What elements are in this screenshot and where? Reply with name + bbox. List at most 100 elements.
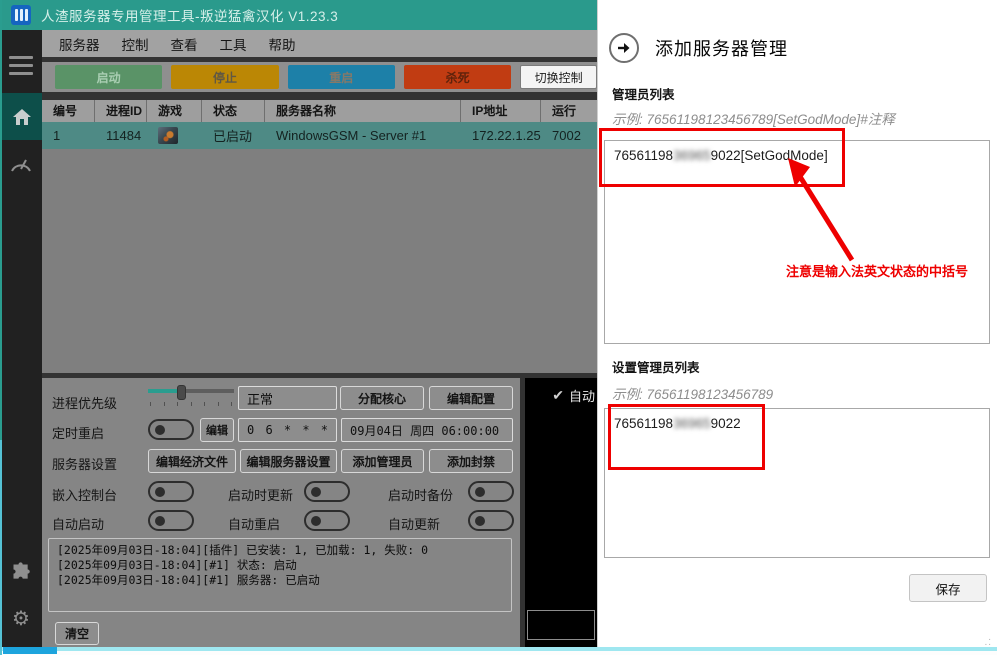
add-ban-button[interactable]: 添加封禁 [429,449,513,473]
edit-config-button[interactable]: 编辑配置 [429,386,513,410]
assign-cores-button[interactable]: 分配核心 [340,386,424,410]
auto-restart-toggle[interactable] [304,510,350,531]
toggle-console-button[interactable]: 切换控制 [520,65,597,89]
admin-list-label: 管理员列表 [612,84,675,103]
server-control-panel: 进程优先级 正常 分配核心 编辑配置 定时重启 编辑 0 6 * * * 09月… [42,378,520,648]
gear-icon: ⚙ [12,606,30,631]
embed-console-label: 嵌入控制台 [52,485,117,504]
puzzle-icon [11,562,31,582]
admin-list-textarea[interactable]: 76561198369659022[SetGodMode] [604,140,990,344]
window-border-left [0,0,2,440]
auto-start-label: 自动启动 [52,514,104,533]
scum-game-icon [158,127,178,144]
autoscroll-checkbox[interactable]: ✔ 自动 [552,386,595,405]
add-admin-button[interactable]: 添加管理员 [341,449,424,473]
menu-help[interactable]: 帮助 [258,34,307,54]
edit-schedule-button[interactable]: 编辑 [200,418,234,442]
stop-button[interactable]: 停止 [171,65,278,89]
slider-thumb[interactable] [177,385,186,400]
gauge-icon [10,155,32,173]
table-empty-area [42,149,597,373]
admin-value-prefix: 76561198 [614,148,673,163]
edit-server-settings-button[interactable]: 编辑服务器设置 [240,449,337,473]
next-restart-field[interactable]: 09月04日 周四 06:00:00 [341,418,513,442]
cron-field[interactable]: 0 6 * * * [238,418,337,442]
autoscroll-label: 自动 [569,386,595,405]
server-toolbar: 启动 停止 重启 杀死 切换控制 [42,62,597,92]
sidebar-item-settings[interactable]: ⚙ [0,596,42,640]
schedule-label: 定时重启 [52,423,104,442]
sidebar-item-monitor[interactable] [0,142,42,186]
window-title: 人渣服务器专用管理工具-叛逆猛禽汉化 V1.23.3 [41,5,338,25]
backup-on-start-label: 启动时备份 [388,485,453,504]
window-border-left-lower [0,440,2,655]
cell-ip: 172.22.1.25 [461,128,541,143]
start-button[interactable]: 启动 [55,65,162,89]
log-line: [2025年09月03日-18:04][插件] 已安装: 1, 已加载: 1, … [57,543,503,558]
priority-slider[interactable] [148,385,234,405]
admin-value-redacted: 36965 [673,148,711,163]
game-console: ✔ 自动 [525,378,597,648]
backup-on-start-toggle[interactable] [468,481,514,502]
annotation-note: 注意是输入法英文状态的中括号 [786,261,968,280]
collapse-drawer-button[interactable] [609,33,639,63]
clear-log-button[interactable]: 清空 [55,622,99,645]
sidebar-item-home[interactable] [0,93,42,140]
update-on-start-toggle[interactable] [304,481,350,502]
priority-label: 进程优先级 [52,393,117,412]
event-log: [2025年09月03日-18:04][插件] 已安装: 1, 已加载: 1, … [48,538,512,612]
server-settings-label: 服务器设置 [52,454,117,473]
menu-view[interactable]: 查看 [160,34,209,54]
home-icon [12,108,32,126]
menu-bar: 服务器 控制 查看 工具 帮助 [42,30,597,57]
col-server-name[interactable]: 服务器名称 [265,100,461,122]
menu-server[interactable]: 服务器 [48,34,111,54]
set-admin-value-redacted: 36965 [673,416,711,431]
menu-tools[interactable]: 工具 [209,34,258,54]
col-runtime[interactable]: 运行 [541,100,597,122]
col-status[interactable]: 状态 [202,100,265,122]
col-game[interactable]: 游戏 [147,100,202,122]
edit-economy-button[interactable]: 编辑经济文件 [148,449,236,473]
schedule-toggle[interactable] [148,419,194,440]
log-line: [2025年09月03日-18:04][#1] 状态: 启动 [57,558,503,573]
col-no[interactable]: 编号 [42,100,95,122]
admin-list-example: 示例: 76561198123456789[SetGodMode]#注释 [612,108,895,128]
sidebar: ⚙ [0,30,42,648]
save-button[interactable]: 保存 [909,574,987,602]
auto-update-label: 自动更新 [388,514,440,533]
sidebar-item-plugins[interactable] [0,552,42,592]
app-logo-icon [11,5,31,25]
cell-port: 7002 [541,128,597,143]
auto-restart-label: 自动重启 [228,514,280,533]
table-row-server-1[interactable]: 1 11484 已启动 WindowsGSM - Server #1 172.2… [42,122,597,149]
cell-server-name: WindowsGSM - Server #1 [265,128,461,143]
admin-value-suffix: 9022[SetGodMode] [711,148,828,163]
checkmark-icon: ✔ [552,387,564,404]
console-input[interactable] [527,610,595,640]
menu-control[interactable]: 控制 [111,34,160,54]
set-admin-list-example: 示例: 76561198123456789 [612,383,773,403]
set-admin-value-prefix: 76561198 [614,416,673,431]
log-line: [2025年09月03日-18:04][#1] 服务器: 已启动 [57,573,503,588]
drawer-title: 添加服务器管理 [655,35,788,61]
auto-start-toggle[interactable] [148,510,194,531]
priority-value-field[interactable]: 正常 [238,386,337,410]
hamburger-menu-icon[interactable] [0,45,42,85]
arrow-right-icon [616,40,632,56]
restart-button[interactable]: 重启 [288,65,395,89]
set-admin-list-textarea[interactable]: 76561198369659022 [604,408,990,558]
embed-console-toggle[interactable] [148,481,194,502]
window-border-bottom [0,647,997,655]
col-ip[interactable]: IP地址 [461,100,541,122]
update-on-start-label: 启动时更新 [228,485,293,504]
app-window: 人渣服务器专用管理工具-叛逆猛禽汉化 V1.23.3 ⚙ 服务器 控制 查看 [0,0,997,655]
server-table-header: 编号 进程ID 游戏 状态 服务器名称 IP地址 运行 [42,100,597,122]
set-admin-list-label: 设置管理员列表 [612,357,700,376]
cell-no: 1 [42,128,95,143]
col-pid[interactable]: 进程ID [95,100,147,122]
auto-update-toggle[interactable] [468,510,514,531]
kill-button[interactable]: 杀死 [404,65,511,89]
cell-pid: 11484 [95,128,147,143]
add-server-admin-drawer: 添加服务器管理 管理员列表 示例: 76561198123456789[SetG… [597,0,997,655]
